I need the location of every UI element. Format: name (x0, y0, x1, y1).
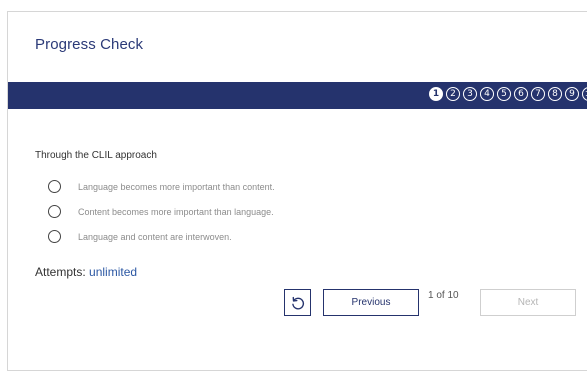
attempts-value: unlimited (89, 265, 138, 279)
option-label: Language becomes more important than con… (78, 181, 275, 192)
question-text: Through the CLIL approach (35, 150, 157, 161)
attempts-info: Attempts: unlimited (35, 265, 137, 279)
answer-options: Language becomes more important than con… (48, 174, 275, 249)
progress-check-panel: Progress Check 1 2 3 4 5 6 7 8 9 10 Thro… (7, 11, 587, 371)
option-label: Language and content are interwoven. (78, 231, 232, 242)
question-nav-bar: 1 2 3 4 5 6 7 8 9 10 (8, 82, 587, 109)
next-button[interactable]: Next (480, 289, 576, 316)
page-title: Progress Check (35, 36, 144, 53)
radio-button[interactable] (48, 180, 61, 193)
question-number-9[interactable]: 9 (565, 87, 579, 101)
attempts-label: Attempts: (35, 265, 86, 279)
question-number-3[interactable]: 3 (463, 87, 477, 101)
question-number-6[interactable]: 6 (514, 87, 528, 101)
question-number-7[interactable]: 7 (531, 87, 545, 101)
answer-option[interactable]: Language and content are interwoven. (48, 224, 275, 249)
question-number-10[interactable]: 10 (582, 87, 587, 101)
question-number-2[interactable]: 2 (446, 87, 460, 101)
question-number-5[interactable]: 5 (497, 87, 511, 101)
reset-icon (291, 296, 304, 309)
reset-button[interactable] (284, 289, 311, 316)
answer-option[interactable]: Language becomes more important than con… (48, 174, 275, 199)
question-number-list: 1 2 3 4 5 6 7 8 9 10 (429, 87, 587, 101)
navigation-controls: Previous 1 of 10 Next (284, 289, 576, 316)
question-number-8[interactable]: 8 (548, 87, 562, 101)
answer-option[interactable]: Content becomes more important than lang… (48, 199, 275, 224)
previous-button[interactable]: Previous (323, 289, 419, 316)
option-label: Content becomes more important than lang… (78, 206, 274, 217)
radio-button[interactable] (48, 205, 61, 218)
page-counter: 1 of 10 (428, 290, 459, 301)
question-number-4[interactable]: 4 (480, 87, 494, 101)
question-number-1[interactable]: 1 (429, 87, 443, 101)
radio-button[interactable] (48, 230, 61, 243)
